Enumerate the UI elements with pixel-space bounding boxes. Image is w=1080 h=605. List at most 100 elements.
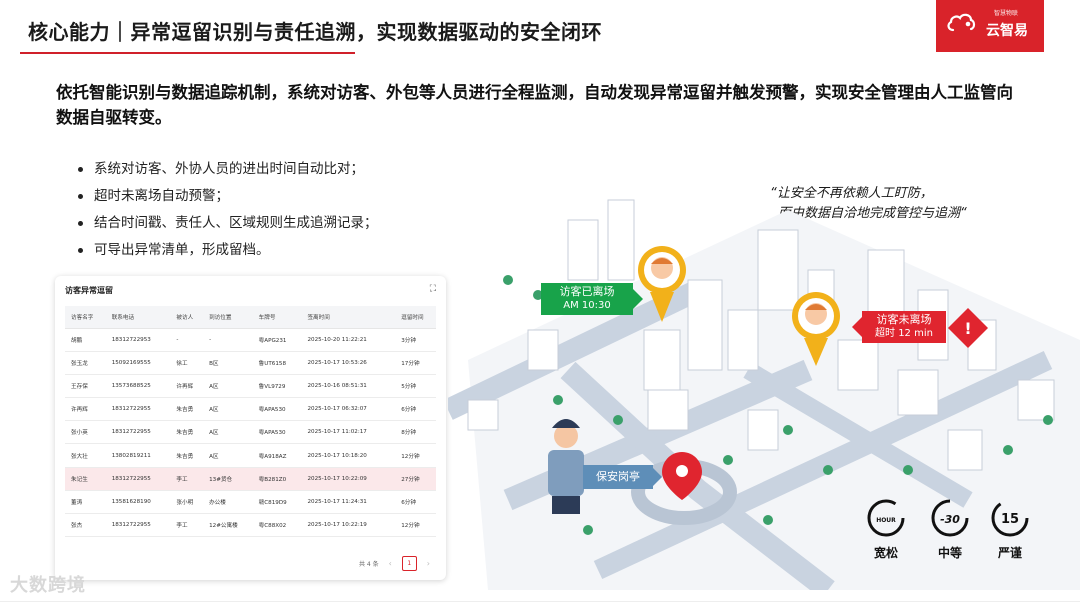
table-cell: 6分钟 [395,490,436,515]
svg-text:-30: -30 [940,513,960,526]
feature-list: 系统对访客、外协人员的进出时间自动比对； 超时未离场自动预警； 结合时间戳、责任… [78,158,378,266]
table-cell: 5分钟 [395,374,436,399]
table-row[interactable]: 张大壮 13802819211 朱吉勇 A区 粤A918AZ 2025-10-17 10:… [65,443,436,468]
table-cell: 李工 [170,513,204,538]
table-cell: 17分钟 [395,351,436,375]
table-cell: 李工 [170,467,204,491]
next-page-button[interactable]: › [427,559,430,568]
table-cell: 18312722955 [105,420,171,445]
guard-booth-label: 保安岗亭 [583,465,662,489]
table-cell: 2025-10-17 10:22:19 [301,513,396,538]
svg-text:!: ! [964,319,971,338]
title-underline [20,52,355,54]
table-cell: 朱吉勇 [170,443,204,468]
column-header: 联系电话 [105,306,171,329]
table-cell: 13802819211 [105,443,171,468]
total-count: 共 4 条 [358,561,379,568]
table-cell: 2025-10-17 11:02:17 [301,420,396,445]
abnormal-stay-card: 访客异常逗留 ⛶ 访客名字 联系电话 被访人 到访位置 车牌号 签离时间 逗留时… [55,276,446,580]
table-cell: 2025-10-17 10:53:26 [301,351,396,375]
table-cell: 2025-10-17 10:22:09 [301,467,396,491]
table-cell: 张小明 [170,490,204,515]
table-cell: 18312722953 [105,328,171,352]
feature-item: 可导出异常清单，形成留档。 [78,239,378,266]
column-header: 签离时间 [301,306,396,329]
table-row[interactable]: 王存保 13573688525 许再辉 A区 鲁VL9729 2025-10-16 08:… [65,374,436,399]
table-row[interactable]: 董涛 13581628190 张小明 办公楼 赣C819D9 2025-10-17 11:… [65,490,436,515]
table-cell: - [170,328,204,352]
table-cell: 2025-10-17 11:24:31 [301,490,396,515]
table-cell: 朱吉勇 [170,397,204,422]
feature-item: 结合时间戳、责任人、区域规则生成追溯记录； [78,212,378,239]
table-cell: 12分钟 [395,513,436,538]
page-title: 核心能力｜异常逗留识别与责任追溯，实现数据驱动的安全闭环 [28,20,602,44]
table-cell: 3分钟 [395,328,436,352]
table-cell: A区 [203,443,253,468]
table-cell: 许再辉 [65,397,106,422]
table-row[interactable]: 胡鹏 18312722953- - 粤APG231 2025-10-20 11:22:2… [65,328,436,352]
table-cell: - [203,328,253,352]
table-cell: 13581628190 [105,490,171,515]
table-cell: 朱吉勇 [170,420,204,445]
table-row[interactable]: 张小英 18312722955 朱吉勇 A区 粤APA530 2025-10-17 11:… [65,420,436,445]
table-cell: 粤APA530 [252,420,302,445]
pagination: 共 4 条 ‹ 1 › [359,556,430,571]
table-cell: B区 [203,351,253,375]
feature-item: 超时未离场自动预警； [78,185,378,212]
level-medium: -30 中等 [928,498,972,561]
table-cell: 2025-10-20 11:22:21 [301,328,396,352]
table-cell: 18312722955 [105,513,171,538]
feature-item: 系统对访客、外协人员的进出时间自动比对； [78,158,378,185]
table-cell: A区 [203,397,253,422]
table-row[interactable]: 张玉龙 15092169555 徐工 B区 鲁UT6158 2025-10-17 10:5… [65,351,436,375]
table-cell: 2025-10-17 10:18:20 [301,443,396,468]
table-cell: 许再辉 [170,374,204,399]
prev-page-button[interactable]: ‹ [389,559,392,568]
brand-logo: 智慧物联 云智易 [936,0,1044,52]
visitor-left-time: AM 10:30 [563,300,611,311]
table-cell: 王存保 [65,374,106,399]
table-cell: 张小英 [65,420,106,445]
table-cell: 15092169555 [105,351,171,375]
level-loose: HOUR 宽松 [864,498,908,561]
level-label: 严谨 [997,546,1022,560]
intro-paragraph: 依托智能识别与数据追踪机制，系统对访客、外包等人员进行全程监测，自动发现异常逗留… [56,83,1013,127]
table-cell: A区 [203,420,253,445]
table-cell: 8分钟 [395,420,436,445]
table-cell: 张杰 [65,513,106,538]
table-row[interactable]: 朱记生 18312722955 李工 13#货仓 粤B281Z0 2025-10-17 1… [65,467,436,491]
level-strict: 15 严谨 [988,498,1032,561]
table-cell: 鲁VL9729 [252,374,302,399]
table-cell: 赣C819D9 [252,490,302,515]
table-cell: 27分钟 [395,467,436,491]
svg-text:HOUR: HOUR [876,517,896,524]
table-cell: 朱记生 [65,467,106,491]
table-cell: 粤B281Z0 [252,467,302,491]
level-label: 宽松 [873,546,898,560]
table-cell: 徐工 [170,351,204,375]
table-row[interactable]: 许再辉 18312722955 朱吉勇 A区 粤APA530 2025-10-17 06:… [65,397,436,422]
table-cell: 12分钟 [395,443,436,468]
watermark: 大数跨境 [10,575,86,596]
logo-tagline: 智慧物联 [994,10,1019,17]
table-cell: A区 [203,374,253,399]
current-page-button[interactable]: 1 [401,556,417,571]
expand-icon[interactable]: ⛶ [430,284,436,294]
table-cell: 13573688525 [105,374,171,399]
table-cell: 2025-10-16 08:51:31 [301,374,396,399]
table-cell: 鲁UT6158 [252,351,302,375]
table-cell: 13#货仓 [203,467,253,491]
one-hour-icon: HOUR [866,498,906,538]
cloud-logo-icon [947,13,976,32]
table-cell: 6分钟 [395,397,436,422]
visitor-left-title: 访客已离场 [559,285,615,298]
fifteen-minutes-icon: 15 [990,498,1030,538]
table-cell: 粤APG231 [252,328,302,352]
table-row[interactable]: 张杰 18312722955 李工 12#公寓楼 粤C88X02 2025-10-17 1… [65,513,436,538]
table-cell: 18312722955 [105,397,171,422]
visitor-left-label: 访客已离场 AM 10:30 [541,283,643,315]
table-cell: 粤C88X02 [252,513,302,538]
table-header-row: 访客名字 联系电话 被访人 到访位置 车牌号 签离时间 逗留时间 [65,306,436,329]
column-header: 车牌号 [252,306,302,329]
visitor-table: 访客名字 联系电话 被访人 到访位置 车牌号 签离时间 逗留时间 胡鹏 18312… [65,306,436,538]
